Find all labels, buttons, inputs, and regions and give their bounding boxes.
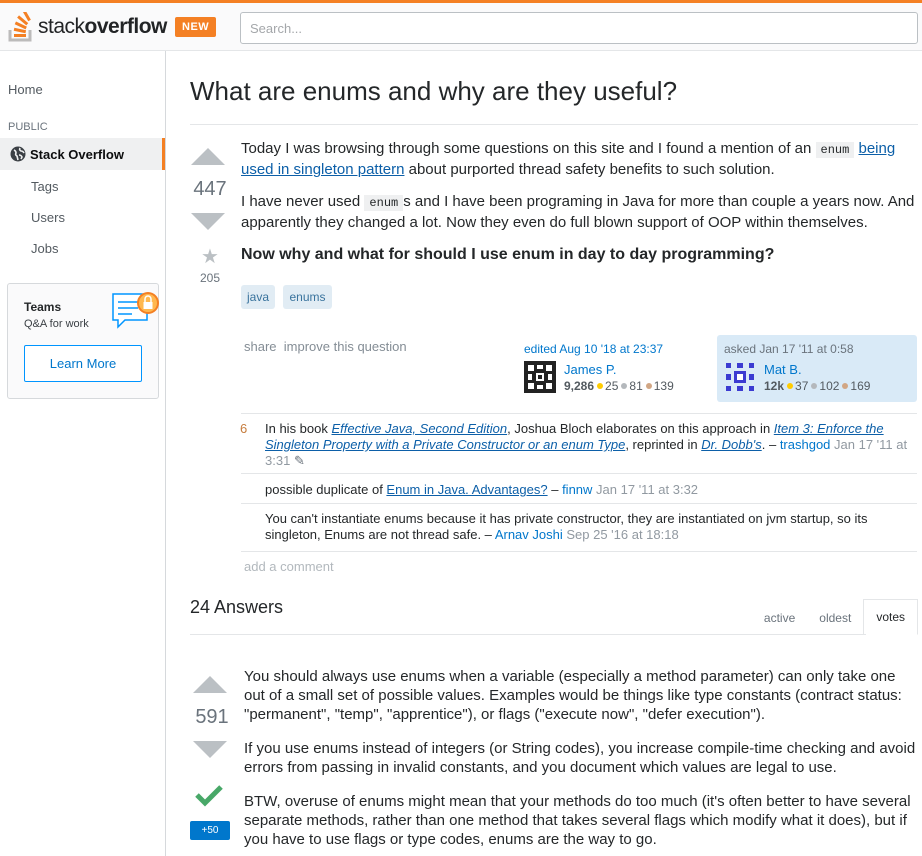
question-paragraph-2: I have never used enum s and I have been …: [241, 193, 915, 231]
inline-code: enum: [364, 195, 404, 211]
bronze-badge-icon: [842, 383, 849, 389]
new-badge[interactable]: NEW: [175, 17, 217, 37]
favorite-count: 205: [199, 271, 221, 285]
teams-chat-lock-icon: [112, 292, 159, 329]
comment-link[interactable]: Effective Java, Second Edition: [332, 421, 508, 436]
favorite-star-icon[interactable]: ★: [191, 244, 229, 269]
answer-paragraph-1: You should always use enums when a varia…: [244, 668, 902, 723]
edited-timestamp[interactable]: edited Aug 10 '18 at 23:37: [524, 342, 704, 356]
share-link[interactable]: share: [244, 339, 277, 354]
editor-reputation: 9,286 25 81 139: [564, 379, 674, 393]
bounty-badge[interactable]: +50: [190, 821, 230, 840]
answers-divider: [190, 634, 866, 635]
asker-name[interactable]: Mat B.: [764, 362, 802, 377]
sidebar-item-label: Stack Overflow: [30, 146, 124, 162]
tab-oldest[interactable]: oldest: [807, 601, 863, 635]
asker-reputation: 12k 37 102 169: [764, 379, 871, 393]
comment-item: In his book Effective Java, Second Editi…: [241, 413, 917, 475]
globe-icon: [10, 146, 26, 162]
edit-pencil-icon: ✎: [293, 453, 305, 468]
gold-badge-icon: [597, 383, 604, 389]
question-paragraph-bold: Now why and what for should I use enum i…: [241, 246, 775, 263]
silver-badge-icon: [811, 383, 818, 389]
comment-date: Jan 17 '11 at 3:32: [596, 482, 699, 497]
comment-link[interactable]: Dr. Dobb's: [701, 437, 762, 452]
inline-code: enum: [815, 142, 855, 158]
comment-user[interactable]: Arnav Joshi: [495, 527, 563, 542]
comment-date: Sep 25 '16 at 18:18: [566, 527, 679, 542]
answer-sort-tabs: active oldest votes: [752, 597, 918, 635]
tag-java[interactable]: java: [241, 285, 276, 309]
logo-text: stackoverflow: [38, 15, 167, 38]
sidebar-item-users[interactable]: Users: [31, 210, 65, 225]
comment-item: You can't instantiate enums because it h…: [241, 503, 917, 552]
title-divider: [190, 124, 918, 125]
add-comment-link[interactable]: add a comment: [244, 559, 334, 574]
answer-vote-count: 591: [195, 706, 229, 728]
sidebar-item-stack-overflow[interactable]: Stack Overflow: [0, 138, 165, 170]
teams-promo: Teams Q&A for work Learn More: [7, 283, 159, 399]
tag-list: java enums: [241, 285, 336, 309]
answer-vote-column: 591: [193, 676, 231, 758]
comment-item: possible duplicate of Enum in Java. Adva…: [241, 473, 917, 505]
gold-badge-icon: [787, 383, 794, 389]
asked-timestamp: asked Jan 17 '11 at 0:58: [724, 342, 854, 356]
answer-paragraph-2: If you use enums instead of integers (or…: [244, 740, 916, 776]
teams-title: Teams: [24, 300, 62, 314]
silver-badge-icon: [621, 383, 628, 389]
bronze-badge-icon: [645, 383, 652, 389]
post-menu: share improve this question: [244, 339, 407, 354]
stackoverflow-logo[interactable]: stackoverflow: [8, 11, 167, 43]
tag-enums[interactable]: enums: [283, 285, 332, 309]
upvote-arrow-icon[interactable]: [191, 148, 225, 165]
left-sidebar: Home PUBLIC Stack Overflow Tags Users Jo…: [0, 51, 166, 856]
sidebar-item-jobs[interactable]: Jobs: [31, 241, 58, 256]
improve-question-link[interactable]: improve this question: [284, 339, 407, 354]
sidebar-heading-public: PUBLIC: [8, 121, 48, 133]
comment-user[interactable]: finnw: [562, 482, 592, 497]
upvote-arrow-icon[interactable]: [193, 676, 227, 693]
learn-more-button[interactable]: Learn More: [24, 345, 142, 382]
question-vote-column: 447 ★ 205: [191, 148, 229, 285]
asker-signature: asked Jan 17 '11 at 0:58 Mat B. 12k 37 102…: [717, 335, 917, 402]
teams-subtitle: Q&A for work: [24, 318, 89, 330]
editor-avatar[interactable]: [524, 361, 556, 393]
comment-user[interactable]: trashgod: [780, 437, 831, 452]
question-vote-count: 447: [193, 178, 227, 200]
downvote-arrow-icon[interactable]: [193, 741, 227, 758]
tab-active[interactable]: active: [752, 601, 807, 635]
editor-signature: edited Aug 10 '18 at 23:37 James P. 9,28…: [524, 342, 704, 393]
comment-link[interactable]: Enum in Java. Advantages?: [386, 482, 547, 497]
answers-count: 24 Answers: [190, 597, 284, 617]
asker-avatar[interactable]: [724, 361, 756, 393]
editor-name[interactable]: James P.: [564, 362, 617, 377]
accepted-check-icon: [195, 785, 223, 807]
top-bar: stackoverflow NEW: [0, 0, 922, 51]
tab-votes[interactable]: votes: [863, 599, 918, 635]
sidebar-item-tags[interactable]: Tags: [31, 179, 58, 194]
sidebar-item-home[interactable]: Home: [8, 82, 43, 97]
question-title[interactable]: What are enums and why are they useful?: [190, 76, 677, 107]
answer-paragraph-3: BTW, overuse of enums might mean that yo…: [244, 793, 911, 848]
search-input[interactable]: [240, 12, 918, 44]
downvote-arrow-icon[interactable]: [191, 213, 225, 230]
stack-logo-icon: [8, 12, 32, 42]
question-paragraph-1: Today I was browsing through some questi…: [241, 140, 896, 178]
